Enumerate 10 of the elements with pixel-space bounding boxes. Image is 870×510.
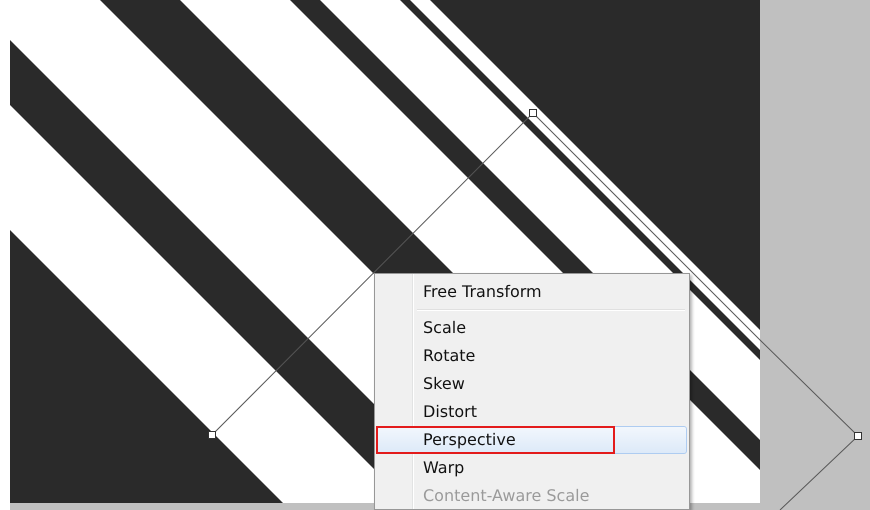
transform-handle[interactable] [529,109,537,117]
transform-handle[interactable] [854,432,862,440]
transform-handle[interactable] [208,431,216,439]
menu-item[interactable]: Rotate [377,342,687,370]
menu-item[interactable]: Free Transform [377,278,687,306]
menu-item[interactable]: Skew [377,370,687,398]
menu-item[interactable]: Warp [377,454,687,482]
menu-item[interactable]: Scale [377,314,687,342]
menu-item[interactable]: Distort [377,398,687,426]
menu-item[interactable]: Perspective [377,426,687,454]
